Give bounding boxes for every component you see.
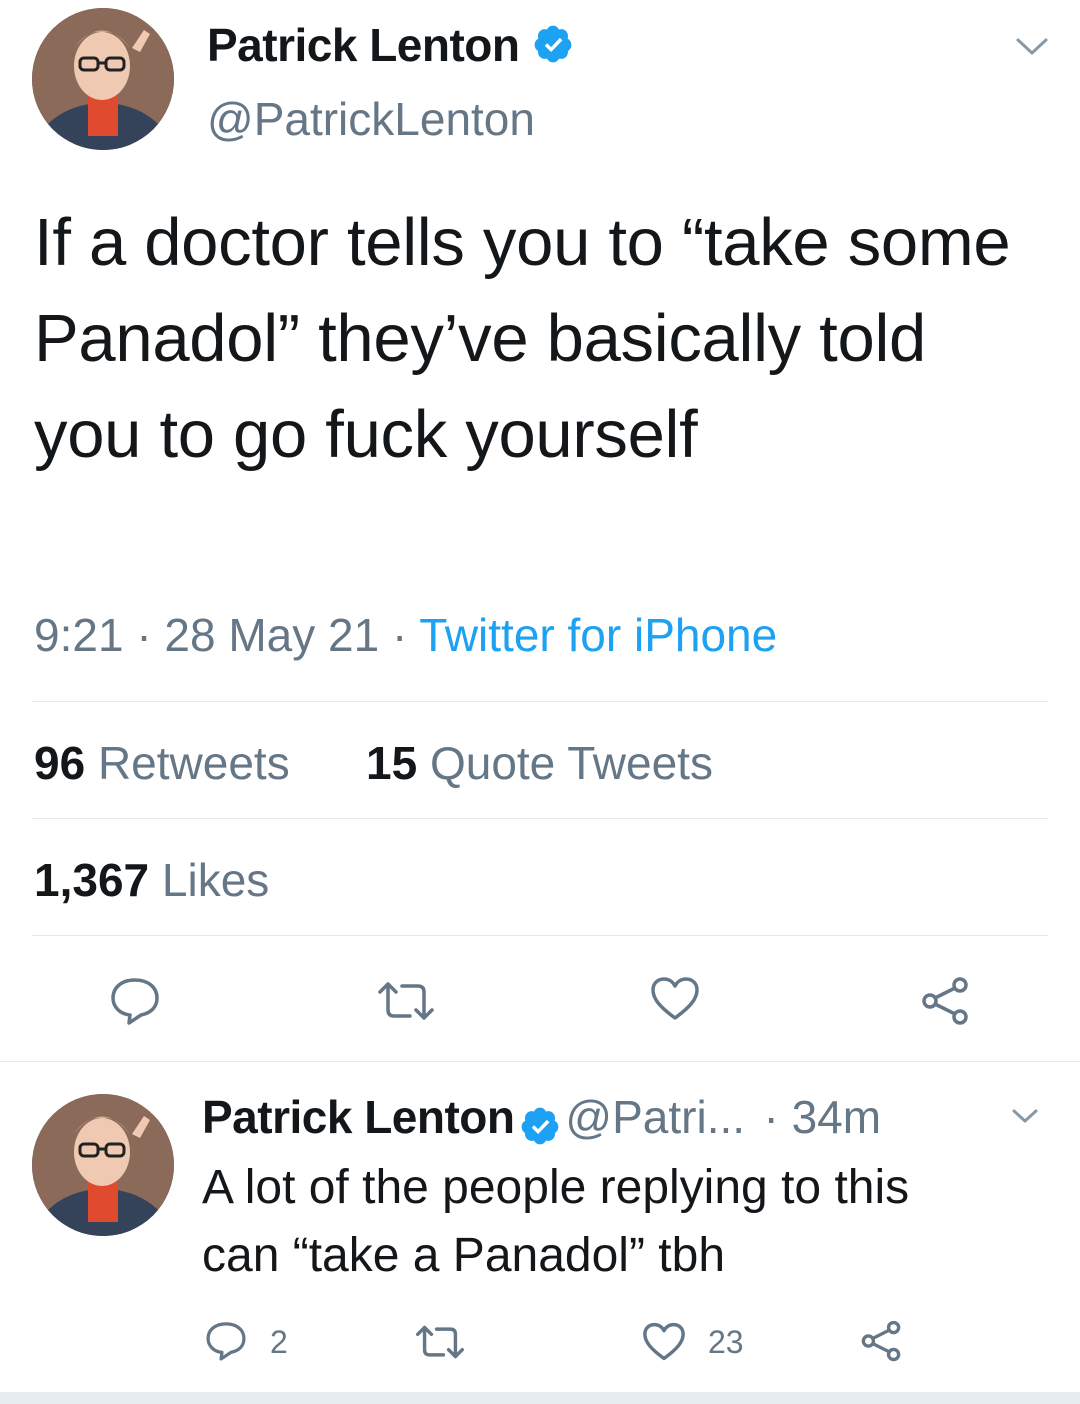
tweet-source-link[interactable]: Twitter for iPhone — [419, 609, 777, 661]
reply-icon[interactable] — [108, 976, 162, 1026]
divider — [32, 818, 1048, 819]
tweet-time[interactable]: 9:21 — [34, 609, 124, 661]
divider — [0, 1061, 1080, 1062]
share-icon[interactable] — [858, 1320, 904, 1362]
retweets-count: 96 — [34, 737, 86, 789]
reply-text: A lot of the people replying to this can… — [202, 1154, 1052, 1290]
reply-avatar[interactable] — [32, 1094, 174, 1236]
retweet-icon[interactable] — [414, 1324, 466, 1360]
divider — [32, 701, 1048, 702]
reply-icon[interactable] — [204, 1320, 248, 1362]
tweet-text: If a doctor tells you to “take some Pana… — [34, 205, 1011, 472]
verified-badge-icon — [519, 1105, 561, 1152]
share-icon[interactable] — [918, 976, 972, 1026]
retweet-icon[interactable] — [376, 980, 436, 1022]
reply-header: Patrick Lenton @Patri... · 34m — [202, 1090, 881, 1152]
tweet-date[interactable]: 28 May 21 — [164, 609, 379, 661]
reply-text-line-2: can “take a Panadol” tbh — [202, 1229, 726, 1282]
avatar[interactable] — [32, 8, 174, 150]
likes-stat[interactable]: 1,367 Likes — [34, 853, 269, 907]
reply-author-name[interactable]: Patrick Lenton — [202, 1091, 515, 1143]
quotes-label: Quote Tweets — [429, 737, 713, 789]
reply-author-handle[interactable]: @Patri... — [565, 1091, 745, 1143]
bottom-edge — [0, 1392, 1080, 1404]
separator: · — [136, 609, 152, 661]
tweet-meta: 9:21 · 28 May 21 · Twitter for iPhone — [34, 608, 777, 662]
reply-age[interactable]: · 34m — [764, 1091, 882, 1143]
separator: · — [392, 609, 408, 661]
author-handle[interactable]: @PatrickLenton — [207, 92, 535, 146]
heart-icon[interactable] — [650, 976, 700, 1022]
heart-icon[interactable] — [642, 1322, 686, 1362]
verified-badge-icon — [532, 22, 574, 76]
author-name[interactable]: Patrick Lenton — [207, 18, 574, 76]
likes-count: 1,367 — [34, 854, 150, 906]
reply-count: 2 — [270, 1324, 288, 1360]
author-name-text[interactable]: Patrick Lenton — [207, 19, 520, 71]
like-count: 23 — [708, 1324, 744, 1360]
chevron-down-icon[interactable] — [1014, 34, 1050, 58]
retweets-label: Retweets — [97, 737, 290, 789]
likes-label: Likes — [161, 854, 270, 906]
chevron-down-icon[interactable] — [1010, 1106, 1040, 1126]
quotes-count: 15 — [366, 737, 418, 789]
retweets-stat[interactable]: 96 Retweets — [34, 736, 290, 790]
reply-text-line-1: A lot of the people replying to this — [202, 1161, 910, 1214]
divider — [32, 935, 1048, 936]
quote-tweets-stat[interactable]: 15 Quote Tweets — [366, 736, 713, 790]
